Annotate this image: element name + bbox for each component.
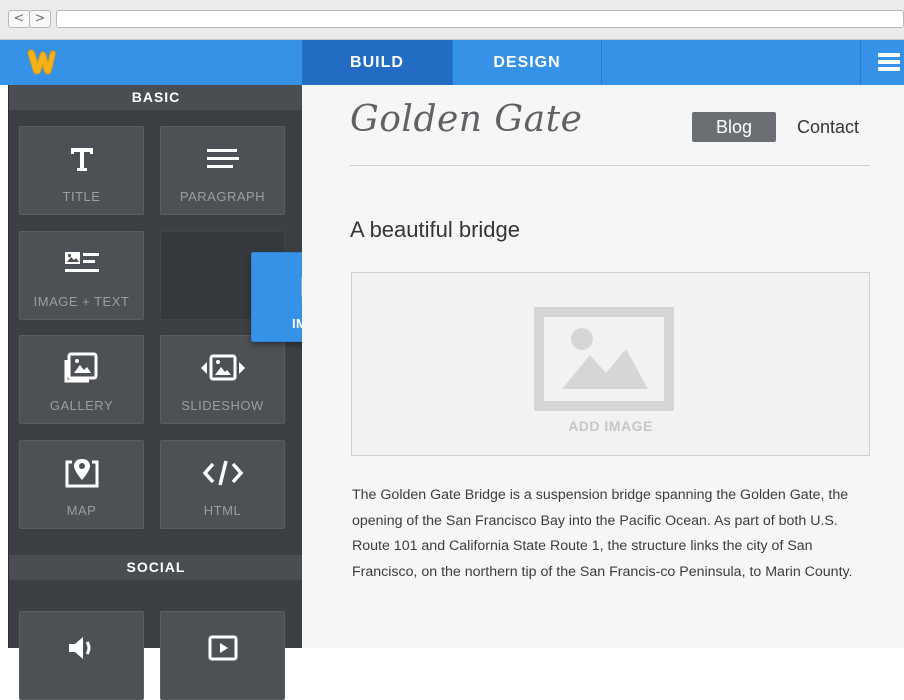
- element-tile-image-text[interactable]: IMAGE + TEXT: [19, 231, 144, 320]
- tile-label: IMAGE + TEXT: [33, 294, 130, 309]
- logo-area: [8, 40, 302, 85]
- paragraph-lines-icon: [161, 141, 284, 177]
- image-drop-zone[interactable]: ADD IMAGE: [351, 272, 870, 456]
- tile-label: HTML: [203, 503, 242, 518]
- html-code-icon: [161, 455, 284, 491]
- header-divider: [350, 165, 870, 166]
- element-tile-html[interactable]: HTML: [160, 440, 285, 529]
- element-tile-audio[interactable]: [19, 611, 144, 700]
- add-image-label[interactable]: ADD IMAGE: [352, 418, 869, 434]
- browser-chrome: < >: [0, 0, 904, 40]
- tab-build[interactable]: BUILD: [302, 40, 452, 85]
- element-sidebar: BASIC TITLE PARAGRAPH IMAGE + TEXT GALLE…: [8, 85, 303, 700]
- content-paragraph[interactable]: The Golden Gate Bridge is a suspension b…: [352, 483, 872, 585]
- hamburger-menu-icon[interactable]: [860, 40, 904, 85]
- section-heading-basic: BASIC: [9, 85, 303, 110]
- element-tile-gallery[interactable]: GALLERY: [19, 335, 144, 424]
- image-placeholder-icon: [534, 307, 674, 411]
- gallery-icon: [20, 350, 143, 386]
- forward-button[interactable]: >: [29, 10, 51, 28]
- nav-link-blog[interactable]: Blog: [692, 112, 776, 142]
- map-pin-icon: [20, 455, 143, 491]
- back-button[interactable]: <: [8, 10, 30, 28]
- element-tile-slideshow[interactable]: SLIDESHOW: [160, 335, 285, 424]
- tile-label: PARAGRAPH: [179, 189, 266, 204]
- weebly-w-logo-icon[interactable]: [26, 48, 56, 76]
- forward-arrow-icon: >: [34, 11, 46, 26]
- image-text-icon: [20, 246, 143, 282]
- site-preview: Golden Gate Blog Contact A beautiful bri…: [302, 85, 904, 648]
- nav-link-contact[interactable]: Contact: [797, 112, 859, 142]
- address-bar[interactable]: [56, 10, 904, 28]
- tile-label: GALLERY: [49, 398, 114, 413]
- element-tile-map[interactable]: MAP: [19, 440, 144, 529]
- video-play-icon: [161, 630, 284, 666]
- element-tile-title[interactable]: TITLE: [19, 126, 144, 215]
- audio-speaker-icon: [20, 630, 143, 666]
- content-heading[interactable]: A beautiful bridge: [350, 217, 520, 243]
- tile-label: SLIDESHOW: [181, 398, 264, 413]
- site-title[interactable]: Golden Gate: [350, 99, 582, 140]
- title-t-icon: [20, 141, 143, 177]
- element-tile-paragraph[interactable]: PARAGRAPH: [160, 126, 285, 215]
- back-arrow-icon: <: [13, 11, 25, 26]
- section-heading-social: SOCIAL: [9, 555, 303, 580]
- slideshow-icon: [161, 350, 284, 386]
- tab-design[interactable]: DESIGN: [452, 40, 602, 85]
- tile-label: MAP: [66, 503, 97, 518]
- element-tile-video[interactable]: [160, 611, 285, 700]
- tile-label: TITLE: [62, 189, 101, 204]
